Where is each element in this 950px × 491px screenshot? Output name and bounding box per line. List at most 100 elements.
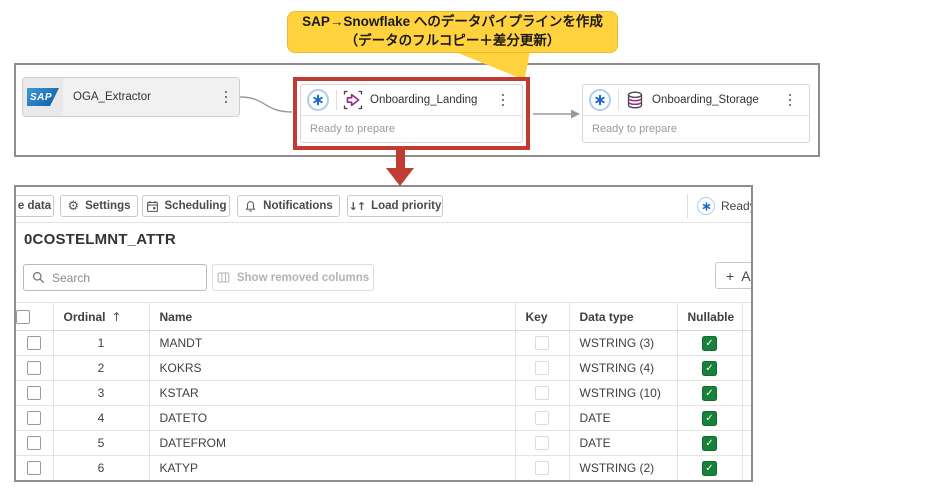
kebab-menu-icon[interactable] [777, 90, 804, 111]
row-select-cell [16, 356, 53, 381]
pipeline-node-landing[interactable]: Onboarding_Landing Ready to prepare [300, 84, 523, 143]
row-select-cell [16, 431, 53, 456]
search-icon [32, 271, 45, 284]
row-checkbox[interactable] [27, 436, 41, 450]
red-arrow-stem [396, 148, 405, 170]
search-placeholder: Search [52, 271, 90, 285]
row-checkbox[interactable] [27, 361, 41, 375]
table-row: 3KSTARWSTRING (10)✓ [16, 381, 751, 406]
column-header-datatype[interactable]: Data type [569, 303, 677, 331]
sort-ascending-icon: ↑ [112, 310, 122, 324]
nullable-cell: ✓ [677, 356, 742, 381]
nullable-cell: ✓ [677, 431, 742, 456]
stub-cell [742, 381, 751, 406]
ordinal-cell: 2 [53, 356, 149, 381]
dataset-detail-panel: e data ⚙ Settings Scheduling Notificatio… [14, 185, 753, 482]
nullable-checkbox-checked[interactable]: ✓ [702, 361, 717, 376]
tab-load-priority[interactable]: ↓↑ Load priority [347, 195, 443, 217]
calendar-icon [146, 200, 159, 213]
datatype-cell: WSTRING (3) [569, 331, 677, 356]
key-checkbox[interactable] [535, 411, 549, 425]
key-cell [515, 406, 569, 431]
name-cell: KATYP [149, 456, 515, 481]
table-row: 2KOKRSWSTRING (4)✓ [16, 356, 751, 381]
key-checkbox[interactable] [535, 336, 549, 350]
row-checkbox[interactable] [27, 461, 41, 475]
name-cell: MANDT [149, 331, 515, 356]
pipeline-node-source[interactable]: SAP OGA_Extractor [22, 77, 240, 117]
tab-scheduling[interactable]: Scheduling [142, 195, 230, 217]
storage-node-status: Ready to prepare [583, 115, 809, 142]
add-column-button[interactable]: + A [715, 262, 753, 289]
nullable-checkbox-checked[interactable]: ✓ [702, 436, 717, 451]
callout-line2: （データのフルコピー＋差分更新） [345, 32, 561, 51]
show-removed-columns-button[interactable]: Show removed columns [212, 264, 374, 291]
landing-node-label: Onboarding_Landing [370, 94, 490, 106]
key-cell [515, 356, 569, 381]
stub-cell [742, 356, 751, 381]
table-header-row: Ordinal↑ Name Key Data type Nullable [16, 303, 751, 331]
column-header-name[interactable]: Name [149, 303, 515, 331]
divider [618, 90, 619, 110]
key-checkbox[interactable] [535, 436, 549, 450]
key-checkbox[interactable] [535, 461, 549, 475]
asterisk-status-icon [307, 89, 329, 111]
status-badge-ready: Ready [697, 195, 753, 217]
nullable-checkbox-checked[interactable]: ✓ [702, 411, 717, 426]
kebab-menu-icon[interactable] [213, 87, 240, 108]
key-checkbox[interactable] [535, 361, 549, 375]
name-cell: DATETO [149, 406, 515, 431]
divider [687, 194, 688, 218]
stub-cell [742, 331, 751, 356]
table-row: 5DATEFROMDATE✓ [16, 431, 751, 456]
red-arrow-head [386, 168, 414, 186]
row-select-cell [16, 406, 53, 431]
row-checkbox[interactable] [27, 411, 41, 425]
name-cell: KSTAR [149, 381, 515, 406]
row-select-cell [16, 331, 53, 356]
stub-cell [742, 406, 751, 431]
row-checkbox[interactable] [27, 386, 41, 400]
ordinal-cell: 4 [53, 406, 149, 431]
row-select-cell [16, 381, 53, 406]
storage-database-icon [625, 90, 645, 110]
tab-data[interactable]: e data [16, 195, 54, 217]
search-input[interactable]: Search [23, 264, 207, 291]
bell-icon [244, 200, 257, 213]
row-checkbox[interactable] [27, 336, 41, 350]
columns-table: Ordinal↑ Name Key Data type Nullable 1MA… [16, 302, 751, 481]
key-cell [515, 381, 569, 406]
column-header-ordinal[interactable]: Ordinal↑ [53, 303, 149, 331]
stub-cell [742, 456, 751, 481]
kebab-menu-icon[interactable] [490, 90, 517, 111]
asterisk-status-icon [697, 197, 715, 215]
nullable-checkbox-checked[interactable]: ✓ [702, 461, 717, 476]
annotation-callout: SAP→Snowflake へのデータパイプラインを作成 （データのフルコピー＋… [287, 11, 618, 53]
ordinal-cell: 1 [53, 331, 149, 356]
datatype-cell: DATE [569, 431, 677, 456]
pipeline-node-storage[interactable]: Onboarding_Storage Ready to prepare [582, 84, 810, 143]
row-select-cell [16, 456, 53, 481]
ordinal-cell: 3 [53, 381, 149, 406]
name-cell: KOKRS [149, 356, 515, 381]
table-row: 4DATETO DATE ✓ [16, 406, 751, 431]
select-all-checkbox[interactable] [16, 310, 30, 324]
key-cell [515, 456, 569, 481]
table-row: 1MANDT WSTRING (3) ✓ [16, 331, 751, 356]
nullable-checkbox-checked[interactable]: ✓ [702, 386, 717, 401]
column-header-key[interactable]: Key [515, 303, 569, 331]
ordinal-cell: 6 [53, 456, 149, 481]
stub-cell [742, 431, 751, 456]
nullable-checkbox-checked[interactable]: ✓ [702, 336, 717, 351]
nullable-cell: ✓ [677, 381, 742, 406]
tab-settings[interactable]: ⚙ Settings [60, 195, 138, 217]
tab-notifications[interactable]: Notifications [237, 195, 340, 217]
table-columns-icon [217, 271, 230, 284]
key-checkbox[interactable] [535, 386, 549, 400]
landing-dataset-icon [343, 90, 363, 110]
dataset-title: 0COSTELMNT_ATTR [24, 231, 176, 248]
table-row: 6KATYPWSTRING (2)✓ [16, 456, 751, 481]
datatype-cell: DATE [569, 406, 677, 431]
nullable-cell: ✓ [677, 406, 742, 431]
column-header-nullable[interactable]: Nullable [677, 303, 742, 331]
